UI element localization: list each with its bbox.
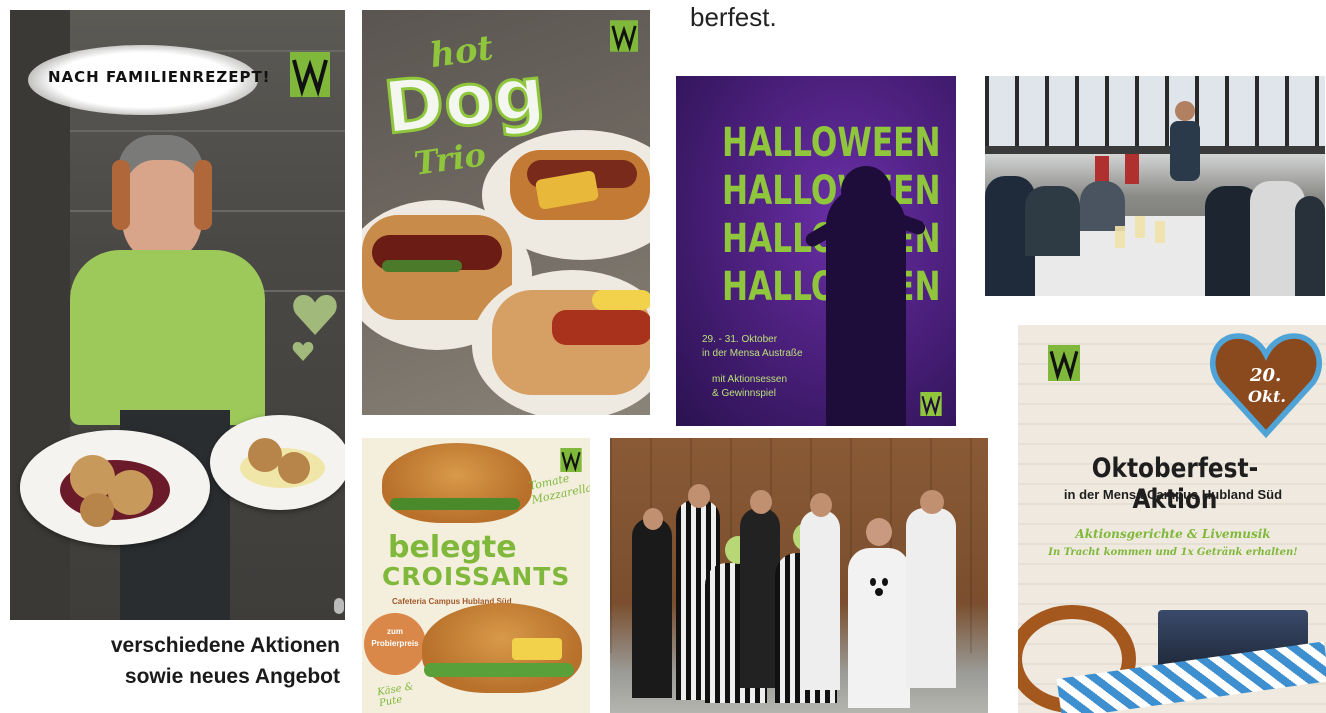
badge-line-2: Probierpreis bbox=[371, 639, 419, 648]
flavor-2: Käse & Pute bbox=[376, 681, 415, 710]
oktoberfest-subtitle: in der Mensa Campus Hubland Süd bbox=[1063, 487, 1283, 502]
brand-logo-icon bbox=[610, 20, 638, 52]
poster-croissants: Tomate Mozzarella belegte CROISSANTS Caf… bbox=[362, 438, 590, 713]
hotdog-word-dog: Dog bbox=[379, 48, 551, 151]
poster-oktoberfest: 20. Okt. Oktoberfest-Aktion in der Mensa… bbox=[1018, 325, 1326, 713]
oktoberfest-line-1: Aktionsgerichte & Livemusik bbox=[1075, 527, 1271, 541]
halloween-row-1: HALLOWEEN bbox=[722, 120, 941, 166]
caption-line-1: verschiedene Aktionen bbox=[110, 634, 340, 657]
halloween-extra-2: & Gewinnspiel bbox=[712, 388, 776, 399]
croissant-top bbox=[382, 443, 532, 523]
family-recipe-label: NACH FAMILIENREZEPT! bbox=[48, 68, 271, 86]
caption-line-2: sowie neues Angebot bbox=[124, 665, 340, 688]
photo-hotdog-trio: hot Dog Trio bbox=[362, 10, 650, 415]
play-icon[interactable] bbox=[334, 598, 344, 614]
halloween-dates: 29. - 31. Oktober bbox=[702, 334, 778, 345]
photo-oktoberfest-crowd bbox=[985, 76, 1325, 296]
badge-line-1: zum bbox=[387, 627, 403, 636]
croissant-title-1: belegte bbox=[388, 530, 517, 565]
heart-icon bbox=[293, 295, 337, 335]
brand-logo-icon bbox=[1048, 345, 1080, 381]
heart-icon bbox=[292, 342, 314, 361]
flavor-1: Tomate Mozzarella bbox=[527, 471, 590, 507]
croissant-title-2: CROISSANTS bbox=[382, 562, 571, 591]
date-day: 20. bbox=[1250, 365, 1282, 386]
brand-logo-icon bbox=[290, 52, 330, 97]
halloween-extra-1: mit Aktionsessen bbox=[712, 374, 788, 385]
poster-halloween: HALLOWEEN HALLOWEEN HALLOWEEN HALLOWEEN … bbox=[676, 76, 956, 426]
chef-shirt bbox=[70, 250, 265, 425]
ghost-face-icon bbox=[866, 576, 892, 596]
chef-face bbox=[122, 160, 202, 260]
photo-chef-family-recipe: NACH FAMILIENREZEPT! bbox=[10, 10, 345, 620]
photo-staff-halloween bbox=[610, 438, 988, 713]
header-fragment: berfest. bbox=[690, 2, 777, 32]
halloween-location: in der Mensa Austraße bbox=[702, 348, 803, 359]
oktoberfest-title: Oktoberfest-Aktion bbox=[1091, 453, 1259, 515]
oktoberfest-line-2: In Tracht kommen und 1x Getränk erhalten… bbox=[1048, 547, 1298, 558]
brand-logo-icon bbox=[920, 392, 942, 416]
date-month: Okt. bbox=[1248, 387, 1286, 406]
